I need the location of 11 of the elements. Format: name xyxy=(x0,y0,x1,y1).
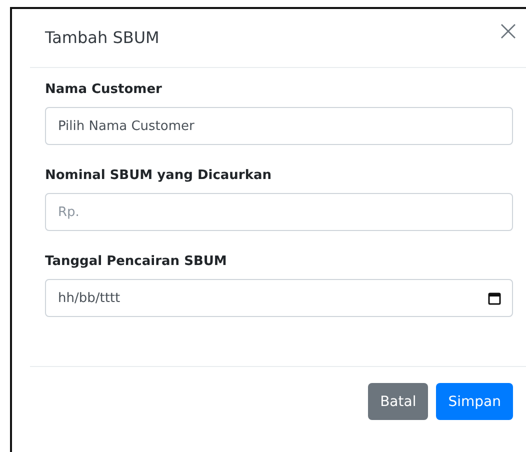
field-label: Nominal SBUM yang Dicaurkan xyxy=(45,168,273,183)
close-button[interactable]: × xyxy=(496,19,520,43)
field-label: Nama Customer xyxy=(45,82,163,97)
input-field[interactable]: Rp. xyxy=(45,193,513,231)
field-label: Tanggal Pencairan SBUM xyxy=(45,254,228,269)
date-field[interactable]: hh/bb/tttt xyxy=(45,279,513,317)
calendar-icon[interactable] xyxy=(488,292,501,304)
save-button[interactable]: Simpan xyxy=(436,383,513,420)
cancel-button[interactable]: Batal xyxy=(368,383,428,420)
modal-title: Tambah SBUM xyxy=(45,28,160,46)
select-field[interactable]: Pilih Nama Customer xyxy=(45,107,513,145)
